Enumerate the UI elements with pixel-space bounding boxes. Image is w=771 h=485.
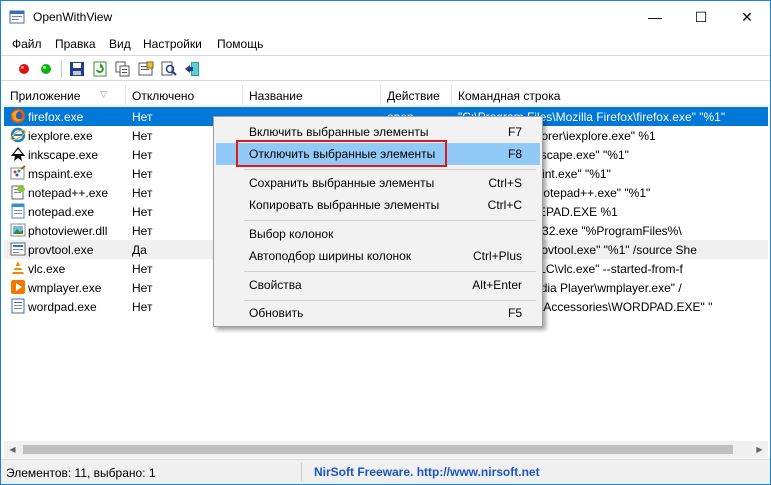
cell-app: notepad++.exe [28,186,109,200]
column-header-cmd-label: Командная строка [458,89,561,103]
column-header-action[interactable]: Действие [381,85,452,106]
column-header-app-label: Приложение [10,89,81,103]
ctx-refresh[interactable]: Обновить F5 [216,302,540,324]
column-header-name[interactable]: Название [243,85,381,106]
enable-green-icon[interactable] [37,60,55,78]
refresh-icon[interactable] [91,60,109,78]
status-items-count: Элементов: 11, выбрано: 1 [6,466,156,480]
cell-app: photoviewer.dll [28,224,108,238]
notepad-icon [11,203,25,219]
ctx-separator [244,220,536,221]
cell-app: iexplore.exe [28,129,93,143]
ctx-autosize-label: Автоподбор ширины колонок [249,249,412,263]
photoviewer-icon [10,223,26,237]
close-button[interactable]: ✕ [724,1,770,33]
horizontal-scrollbar[interactable]: ◀ ▶ [4,441,768,458]
cell-app: mspaint.exe [28,167,93,181]
ctx-copy-selected[interactable]: Копировать выбранные элементы Ctrl+C [216,194,540,216]
toolbar [1,55,770,81]
vlc-icon [12,261,24,274]
wordpad-icon [11,298,25,314]
exit-icon[interactable] [183,60,201,78]
firefox-icon [11,109,25,123]
ctx-separator [244,300,536,301]
ctx-properties[interactable]: Свойства Alt+Enter [216,274,540,296]
menu-view[interactable]: Вид [109,37,131,51]
cell-app: notepad.exe [28,205,95,219]
scroll-right-icon[interactable]: ▶ [751,441,768,458]
status-bar: Элементов: 11, выбрано: 1 NirSoft Freewa… [1,459,770,484]
wmplayer-icon [11,280,25,294]
column-header-cmd[interactable]: Командная строка [452,85,768,106]
cell-app: provtool.exe [28,243,94,257]
ctx-refresh-label: Обновить [249,306,304,320]
app-icon [9,10,25,24]
ctx-enable-key: F7 [507,125,522,139]
ctx-separator [244,271,536,272]
column-header-disabled[interactable]: Отключено [126,85,243,106]
properties-icon[interactable] [137,60,155,78]
ctx-save-key: Ctrl+S [488,176,522,190]
red-highlight-frame [236,140,447,167]
save-icon[interactable] [68,60,86,78]
ctx-choose-columns-label: Выбор колонок [249,227,334,241]
title-bar: OpenWithView — ☐ ✕ [1,1,770,33]
menu-file[interactable]: Файл [12,37,42,51]
menu-bar: Файл Правка Вид Настройки Помощь [1,34,770,54]
status-separator [301,463,302,482]
menu-help[interactable]: Помощь [217,37,263,51]
cell-app: vlc.exe [28,262,66,276]
ctx-copy-key: Ctrl+C [487,198,522,212]
notepadpp-icon [11,185,25,200]
ie-icon [10,127,26,143]
minimize-button[interactable]: — [632,1,678,33]
ctx-properties-key: Alt+Enter [472,278,522,292]
ctx-properties-label: Свойства [249,278,302,292]
provtool-icon [10,242,26,256]
inkscape-icon [11,147,25,161]
cell-app: wordpad.exe [28,300,97,314]
menu-settings[interactable]: Настройки [143,37,202,51]
ctx-refresh-key: F5 [507,306,522,320]
ctx-choose-columns[interactable]: Выбор колонок [216,223,540,245]
ctx-separator [244,169,536,170]
ctx-autosize-columns[interactable]: Автоподбор ширины колонок Ctrl+Plus [216,245,540,267]
menu-edit[interactable]: Правка [55,37,96,51]
maximize-button[interactable]: ☐ [678,1,724,33]
ctx-save-label: Сохранить выбранные элементы [249,176,435,190]
toolbar-separator [61,60,62,78]
column-header-disabled-label: Отключено [132,89,195,103]
ctx-copy-label: Копировать выбранные элементы [249,198,440,212]
cell-app: wmplayer.exe [28,281,102,295]
paint-icon [10,165,26,180]
disable-red-icon[interactable] [15,60,33,78]
window-title: OpenWithView [33,10,113,24]
copy-icon[interactable] [114,60,132,78]
column-header-action-label: Действие [387,89,440,103]
ctx-enable-label: Включить выбранные элементы [249,125,429,139]
ctx-disable-key: F8 [507,147,522,161]
cell-app: firefox.exe [28,110,84,124]
sort-arrow-icon: ▽ [100,89,107,99]
nirsoft-link[interactable]: NirSoft Freeware. http://www.nirsoft.net [314,465,540,479]
scrollbar-thumb[interactable] [23,445,733,454]
cell-app: inkscape.exe [28,148,99,162]
ctx-autosize-key: Ctrl+Plus [472,249,522,263]
column-header-name-label: Название [249,89,303,103]
scroll-left-icon[interactable]: ◀ [4,441,21,458]
ctx-save-selected[interactable]: Сохранить выбранные элементы Ctrl+S [216,172,540,194]
column-header-app[interactable]: Приложение ▽ [4,85,126,106]
find-icon[interactable] [160,60,178,78]
